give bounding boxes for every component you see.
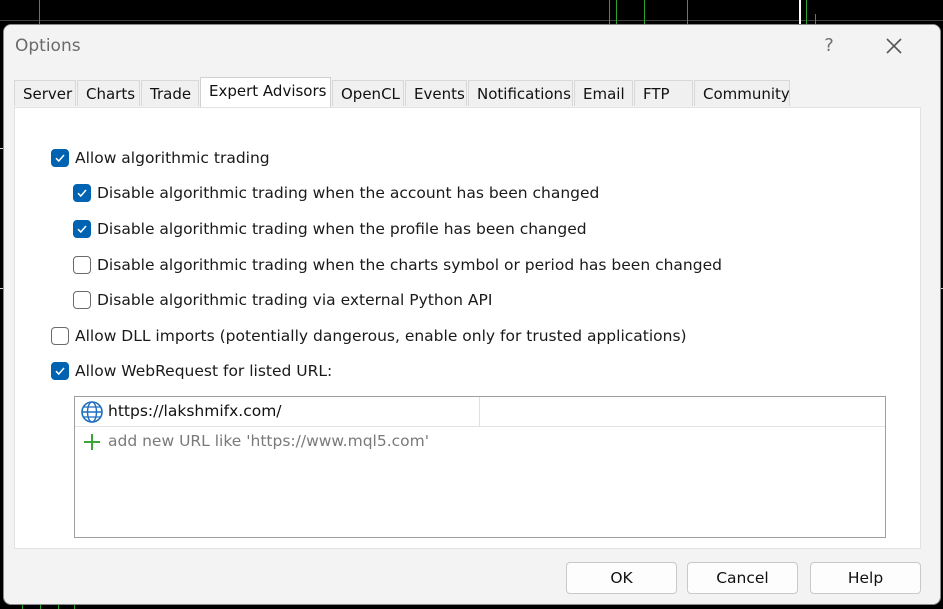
- options-dialog: Options ? Server Charts Trade Expert Adv…: [3, 24, 941, 605]
- tab-opencl[interactable]: OpenCL: [332, 80, 404, 106]
- add-url-row[interactable]: add new URL like 'https://www.mql5.com': [75, 427, 885, 457]
- expert-advisors-panel: Allow algorithmic trading Disable algori…: [14, 107, 921, 549]
- option-allow-algo-trading[interactable]: Allow algorithmic trading: [51, 147, 270, 169]
- option-disable-on-profile-change[interactable]: Disable algorithmic trading when the pro…: [73, 218, 587, 240]
- checkbox[interactable]: [73, 256, 91, 274]
- tab-trade[interactable]: Trade: [141, 80, 199, 106]
- checkbox[interactable]: [73, 291, 91, 309]
- cancel-button[interactable]: Cancel: [687, 562, 798, 594]
- url-list-item[interactable]: https://lakshmifx.com/: [75, 397, 885, 427]
- option-allow-webrequest[interactable]: Allow WebRequest for listed URL:: [51, 360, 332, 382]
- add-url-placeholder[interactable]: add new URL like 'https://www.mql5.com': [108, 432, 429, 450]
- option-disable-on-symbol-change[interactable]: Disable algorithmic trading when the cha…: [73, 254, 722, 276]
- checkbox[interactable]: [51, 362, 69, 380]
- help-question-button[interactable]: ?: [818, 34, 840, 58]
- tab-expert-advisors[interactable]: Expert Advisors: [200, 77, 331, 107]
- option-allow-dll-imports[interactable]: Allow DLL imports (potentially dangerous…: [51, 325, 687, 347]
- help-button[interactable]: Help: [810, 562, 921, 594]
- tab-events[interactable]: Events: [405, 80, 467, 106]
- tab-notifications[interactable]: Notifications: [468, 80, 573, 106]
- tab-charts[interactable]: Charts: [77, 80, 140, 106]
- tab-server[interactable]: Server: [14, 80, 76, 106]
- checkbox[interactable]: [73, 220, 91, 238]
- option-disable-on-account-change[interactable]: Disable algorithmic trading when the acc…: [73, 182, 599, 204]
- tab-ftp[interactable]: FTP: [634, 80, 693, 106]
- dialog-title: Options: [15, 36, 81, 56]
- title-bar: Options ?: [4, 25, 940, 71]
- ok-button[interactable]: OK: [566, 562, 677, 594]
- tab-community[interactable]: Community: [694, 80, 790, 106]
- plus-icon[interactable]: [83, 433, 101, 451]
- column-divider: [479, 397, 480, 427]
- webrequest-url-list[interactable]: https://lakshmifx.com/ add new URL like …: [74, 396, 886, 538]
- checkbox[interactable]: [51, 327, 69, 345]
- option-disable-python-api[interactable]: Disable algorithmic trading via external…: [73, 289, 492, 311]
- checkbox[interactable]: [51, 149, 69, 167]
- checkbox[interactable]: [73, 184, 91, 202]
- close-icon[interactable]: [882, 34, 906, 58]
- tab-email[interactable]: Email: [574, 80, 633, 106]
- globe-icon: [81, 401, 103, 423]
- url-entry-text[interactable]: https://lakshmifx.com/: [108, 402, 282, 420]
